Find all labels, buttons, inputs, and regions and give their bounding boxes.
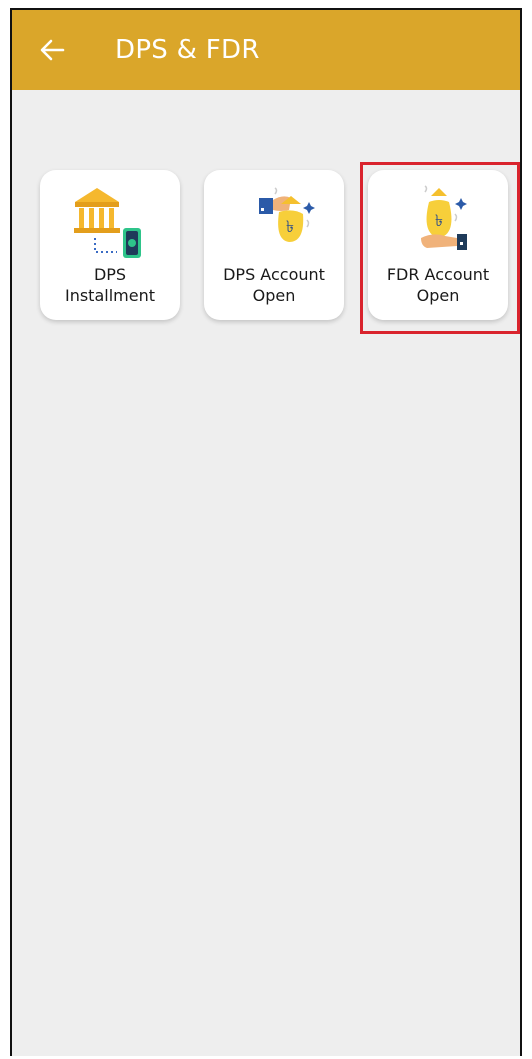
tile-label: DPS Installment bbox=[64, 265, 155, 305]
svg-text:৳: ৳ bbox=[286, 217, 294, 236]
dps-installment-tile[interactable]: DPS Installment bbox=[40, 170, 180, 320]
bank-cash-icon bbox=[40, 180, 180, 260]
arrow-left-icon bbox=[40, 39, 65, 61]
dps-account-open-tile[interactable]: ৳ DPS Account Open bbox=[204, 170, 344, 320]
app-bar: DPS & FDR bbox=[12, 10, 520, 90]
page-title: DPS & FDR bbox=[115, 35, 260, 65]
tile-label: DPS Account Open bbox=[223, 265, 325, 305]
money-bag-give-icon: ৳ bbox=[204, 180, 344, 260]
back-button[interactable] bbox=[32, 30, 72, 70]
selection-highlight bbox=[360, 162, 520, 334]
app-screen: DPS & FDR DPS Installment ৳ DPS Account … bbox=[10, 8, 522, 1056]
